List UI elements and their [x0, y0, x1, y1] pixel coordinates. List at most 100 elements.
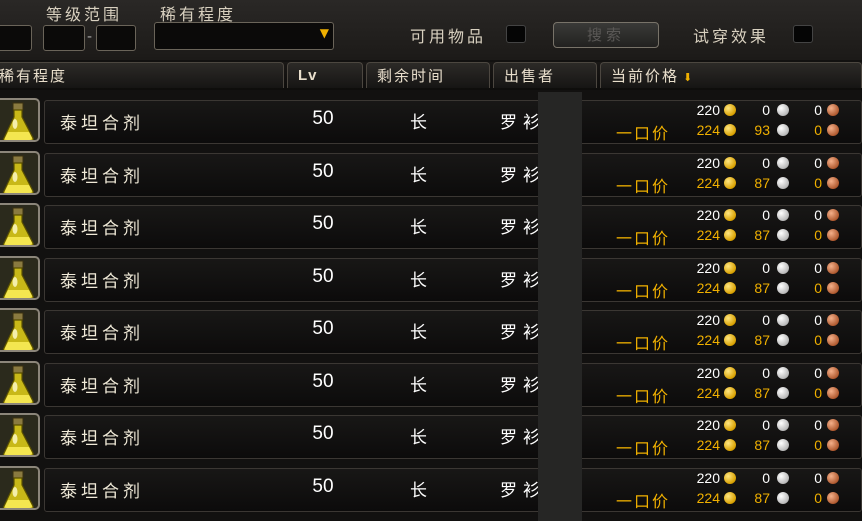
copper-coin-icon: [827, 229, 839, 241]
copper-coin-icon: [827, 176, 839, 189]
buyout-copper: 0: [814, 279, 822, 296]
buyout-silver: 87: [754, 332, 770, 348]
bid-gold: 220: [696, 154, 720, 171]
item-level: 50: [312, 423, 334, 444]
item-level: 50: [312, 160, 334, 182]
item-level: 50: [312, 475, 334, 497]
column-time-header[interactable]: 剩余时间: [366, 62, 490, 88]
column-price-label: 当前价格: [611, 67, 680, 85]
item-name: 泰坦合剂: [60, 166, 144, 187]
bid-silver: 0: [762, 102, 770, 118]
bid-copper: 0: [814, 207, 822, 223]
item-level: 50: [312, 265, 334, 287]
column-seller-label: 出售者: [504, 67, 556, 85]
copper-coin-icon: [827, 261, 839, 274]
buyout-label: 一口价: [616, 281, 671, 301]
column-seller-header[interactable]: 出售者: [493, 62, 597, 88]
copper-coin-icon: [827, 491, 839, 504]
bid-silver: 0: [762, 417, 770, 433]
column-lv-header[interactable]: Lv: [287, 62, 363, 88]
bid-gold: 220: [696, 417, 720, 433]
copper-coin-icon: [827, 209, 839, 221]
item-level: 50: [312, 318, 334, 339]
item-name: 泰坦合剂: [60, 481, 144, 502]
buyout-copper: 0: [814, 489, 822, 506]
item-level: 50: [312, 370, 334, 392]
buyout-gold: 224: [696, 384, 720, 401]
flask-icon[interactable]: [0, 255, 40, 300]
copper-coin-icon: [827, 314, 839, 326]
time-left: 长: [410, 113, 427, 133]
buyout-silver: 87: [754, 384, 770, 401]
flask-icon[interactable]: [0, 465, 40, 510]
buyout-silver: 93: [754, 122, 770, 138]
flask-icon[interactable]: [0, 203, 40, 247]
column-time-label: 剩余时间: [377, 67, 446, 85]
time-left: 长: [410, 480, 427, 501]
redaction-overlay: [538, 92, 582, 521]
auction-row[interactable]: 泰坦合剂 50 长 罗衫 220 0 0 一口价 224 93 0: [0, 96, 862, 146]
copper-coin-icon: [827, 281, 839, 294]
bid-copper: 0: [814, 154, 822, 171]
flask-icon[interactable]: [0, 360, 40, 405]
level-max-input[interactable]: [96, 25, 136, 51]
bid-silver: 0: [762, 312, 770, 328]
copper-coin-icon: [827, 156, 839, 169]
preview-checkbox[interactable]: [793, 25, 813, 43]
time-left: 长: [410, 165, 427, 186]
flask-icon[interactable]: [0, 413, 40, 457]
bid-gold: 220: [696, 469, 720, 486]
auction-row[interactable]: 泰坦合剂 50 长 罗衫 220 0 0 一口价 224 87 0: [0, 306, 862, 356]
column-rarity-label: 稀有程度: [0, 67, 68, 85]
name-input[interactable]: [0, 25, 32, 51]
copper-coin-icon: [827, 104, 839, 116]
flask-icon[interactable]: [0, 308, 40, 352]
buyout-gold: 224: [696, 437, 720, 453]
buyout-silver: 87: [754, 227, 770, 243]
time-left: 长: [410, 375, 427, 396]
auction-row[interactable]: 泰坦合剂 50 长 罗衫 220 0 0 一口价 224 87 0: [0, 359, 862, 409]
time-left: 长: [410, 428, 427, 448]
sort-down-arrow-icon: ⬇: [683, 71, 695, 84]
buyout-gold: 224: [696, 332, 720, 348]
column-price-header[interactable]: 当前价格 ⬇: [600, 62, 862, 88]
usable-items-label: 可用物品: [410, 27, 487, 46]
flask-icon[interactable]: [0, 98, 40, 142]
buyout-gold: 224: [696, 279, 720, 296]
item-name: 泰坦合剂: [60, 376, 144, 397]
bid-copper: 0: [814, 259, 822, 276]
dropdown-arrow-icon[interactable]: ▼: [320, 26, 329, 40]
level-min-input[interactable]: [43, 25, 85, 51]
copper-coin-icon: [827, 124, 839, 136]
bid-gold: 220: [696, 102, 720, 118]
bid-copper: 0: [814, 364, 822, 381]
item-name: 泰坦合剂: [60, 114, 144, 134]
buyout-label: 一口价: [616, 124, 671, 143]
bid-silver: 0: [762, 469, 770, 486]
buyout-silver: 87: [754, 489, 770, 506]
search-button[interactable]: 搜索: [553, 22, 659, 48]
auction-row[interactable]: 泰坦合剂 50 长 罗衫 220 0 0 一口价 224 87 0: [0, 464, 862, 514]
auction-row[interactable]: 泰坦合剂 50 长 罗衫 220 0 0 一口价 224 87 0: [0, 254, 862, 304]
bid-silver: 0: [762, 154, 770, 171]
rarity-dropdown[interactable]: ▼: [154, 22, 334, 50]
copper-coin-icon: [827, 471, 839, 484]
auction-row[interactable]: 泰坦合剂 50 长 罗衫 220 0 0 一口价 224 87 0: [0, 201, 862, 251]
copper-coin-icon: [827, 419, 839, 431]
auction-row[interactable]: 泰坦合剂 50 长 罗衫 220 0 0 一口价 224 87 0: [0, 411, 862, 461]
level-range-label: 等级范围: [46, 5, 123, 24]
usable-items-checkbox[interactable]: [506, 25, 526, 43]
buyout-gold: 224: [696, 174, 720, 191]
column-rarity-header[interactable]: 稀有程度: [0, 62, 284, 88]
buyout-gold: 224: [696, 227, 720, 243]
buyout-silver: 87: [754, 437, 770, 453]
flask-icon[interactable]: [0, 150, 40, 195]
bid-copper: 0: [814, 417, 822, 433]
column-header: 稀有程度 Lv 剩余时间 出售者 当前价格 ⬇: [0, 62, 862, 90]
buyout-copper: 0: [814, 384, 822, 401]
buyout-label: 一口价: [616, 491, 671, 511]
buyout-label: 一口价: [616, 176, 671, 196]
bid-gold: 220: [696, 364, 720, 381]
auction-row[interactable]: 泰坦合剂 50 长 罗衫 220 0 0 一口价 224 87 0: [0, 149, 862, 199]
item-name: 泰坦合剂: [60, 271, 144, 292]
